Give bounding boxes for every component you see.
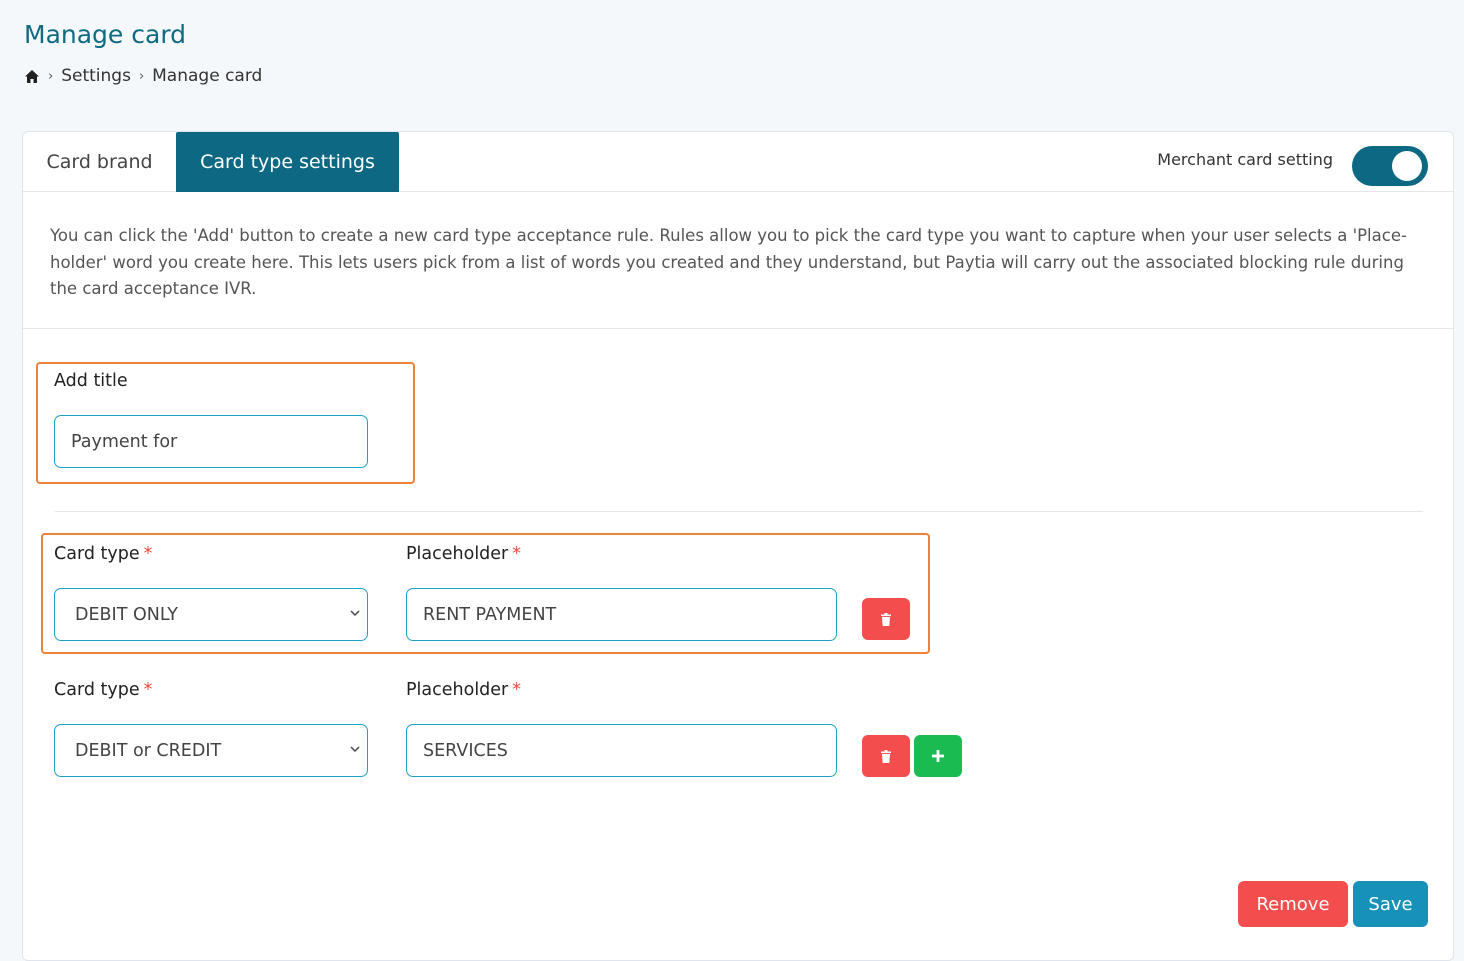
placeholder-label: Placeholder * [406,680,522,700]
chevron-down-icon [350,746,360,753]
chevron-right-icon: › [138,68,145,84]
plus-icon [932,750,944,762]
breadcrumb: › Settings › Manage card [24,66,262,86]
card-type-label: Card type * [54,544,153,564]
breadcrumb-current: Manage card [152,66,263,86]
placeholder-input[interactable]: RENT PAYMENT [406,588,837,641]
card-type-select[interactable]: DEBIT or CREDIT [54,724,368,777]
merchant-card-setting-toggle[interactable] [1352,146,1428,186]
section-divider [55,511,1423,512]
delete-rule-button[interactable] [862,735,910,777]
placeholder-input[interactable]: SERVICES [406,724,837,777]
placeholder-label: Placeholder * [406,544,522,564]
chevron-right-icon: › [48,68,54,84]
tab-bar: Card brand Card type settings Merchant c… [23,132,1453,192]
trash-icon [881,749,891,763]
add-title-label: Add title [54,371,128,391]
remove-button[interactable]: Remove [1238,881,1348,927]
chevron-down-icon [350,610,360,617]
merchant-card-setting-label: Merchant card setting [1157,150,1333,169]
toggle-knob [1392,151,1422,181]
tab-card-brand[interactable]: Card brand [23,132,176,192]
title-input[interactable]: Payment for [54,415,368,468]
home-icon[interactable] [24,69,40,84]
page-title: Manage card [24,20,187,49]
card-type-select[interactable]: DEBIT ONLY [54,588,368,641]
manage-card-panel: Card brand Card type settings Merchant c… [22,131,1454,961]
save-button[interactable]: Save [1353,881,1428,927]
trash-icon [881,612,891,626]
card-type-label: Card type * [54,680,153,700]
card-type-value: DEBIT ONLY [75,604,178,625]
tab-card-type-settings[interactable]: Card type settings [176,132,399,192]
intro-text: You can click the 'Add' button to create… [23,193,1453,329]
delete-rule-button[interactable] [862,598,910,640]
add-rule-button[interactable] [914,735,962,777]
card-type-value: DEBIT or CREDIT [75,740,222,761]
breadcrumb-settings[interactable]: Settings [61,66,131,86]
